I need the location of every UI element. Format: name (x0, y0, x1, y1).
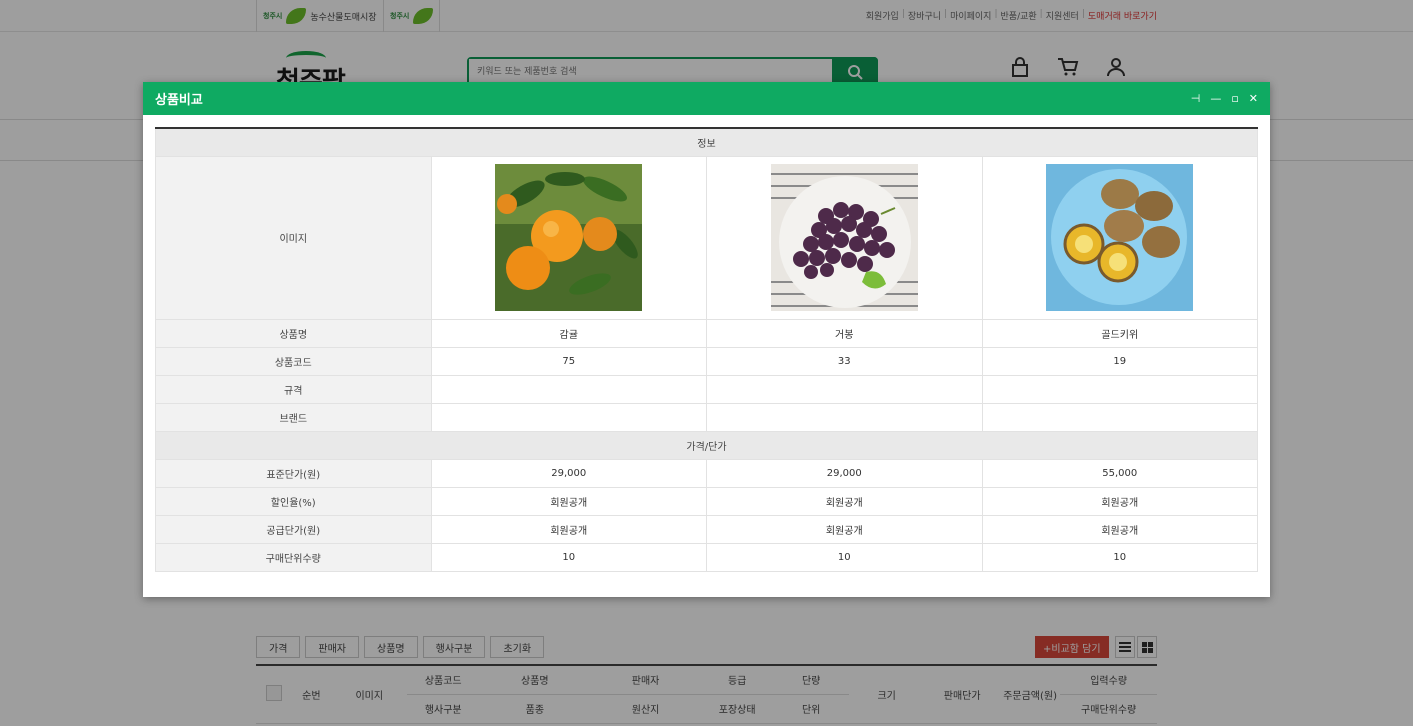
section-info: 정보 (155, 127, 1258, 157)
label-std-price: 표준단가(원) (155, 458, 432, 488)
label-unit-qty: 구매단위수량 (155, 542, 432, 572)
product-code: 19 (981, 346, 1258, 376)
tangerine-image[interactable] (495, 164, 643, 311)
product-spec (981, 374, 1258, 404)
product-discount: 회원공개 (430, 486, 707, 516)
product-std-price: 55,000 (981, 458, 1258, 488)
product-spec (706, 374, 983, 404)
product-std-price: 29,000 (706, 458, 983, 488)
product-name: 감귤 (430, 318, 707, 348)
label-discount: 할인율(%) (155, 486, 432, 516)
maximize-icon[interactable]: ▫ (1231, 92, 1238, 105)
product-supply-price: 회원공개 (981, 514, 1258, 544)
product-discount: 회원공개 (706, 486, 983, 516)
label-name: 상품명 (155, 318, 432, 348)
product-image-cell (430, 155, 707, 320)
compare-modal: 상품비교 ⊣ — ▫ ✕ 정보 이미지 상품명 감귤 거봉 골드키위 상품코드 … (143, 82, 1270, 597)
pin-icon[interactable]: ⊣ (1191, 92, 1201, 105)
product-image-cell (706, 155, 983, 320)
product-supply-price: 회원공개 (706, 514, 983, 544)
close-icon[interactable]: ✕ (1249, 92, 1258, 105)
compare-table: 정보 이미지 상품명 감귤 거봉 골드키위 상품코드 75 33 19 규격 브… (155, 127, 1258, 572)
label-image: 이미지 (155, 155, 432, 320)
product-spec (430, 374, 707, 404)
label-spec: 규격 (155, 374, 432, 404)
product-name: 거봉 (706, 318, 983, 348)
grape-image[interactable] (770, 164, 918, 311)
product-unit-qty: 10 (981, 542, 1258, 572)
product-brand (706, 402, 983, 432)
section-price: 가격/단가 (155, 430, 1258, 460)
kiwi-image[interactable] (1046, 164, 1194, 311)
product-brand (981, 402, 1258, 432)
product-std-price: 29,000 (430, 458, 707, 488)
label-supply-price: 공급단가(원) (155, 514, 432, 544)
modal-header: 상품비교 ⊣ — ▫ ✕ (143, 82, 1270, 115)
product-unit-qty: 10 (706, 542, 983, 572)
product-unit-qty: 10 (430, 542, 707, 572)
product-image-cell (981, 155, 1258, 320)
product-code: 33 (706, 346, 983, 376)
label-brand: 브랜드 (155, 402, 432, 432)
product-discount: 회원공개 (981, 486, 1258, 516)
product-supply-price: 회원공개 (430, 514, 707, 544)
product-code: 75 (430, 346, 707, 376)
modal-title: 상품비교 (155, 93, 203, 108)
product-name: 골드키위 (981, 318, 1258, 348)
label-code: 상품코드 (155, 346, 432, 376)
product-brand (430, 402, 707, 432)
minimize-icon[interactable]: — (1210, 92, 1221, 105)
